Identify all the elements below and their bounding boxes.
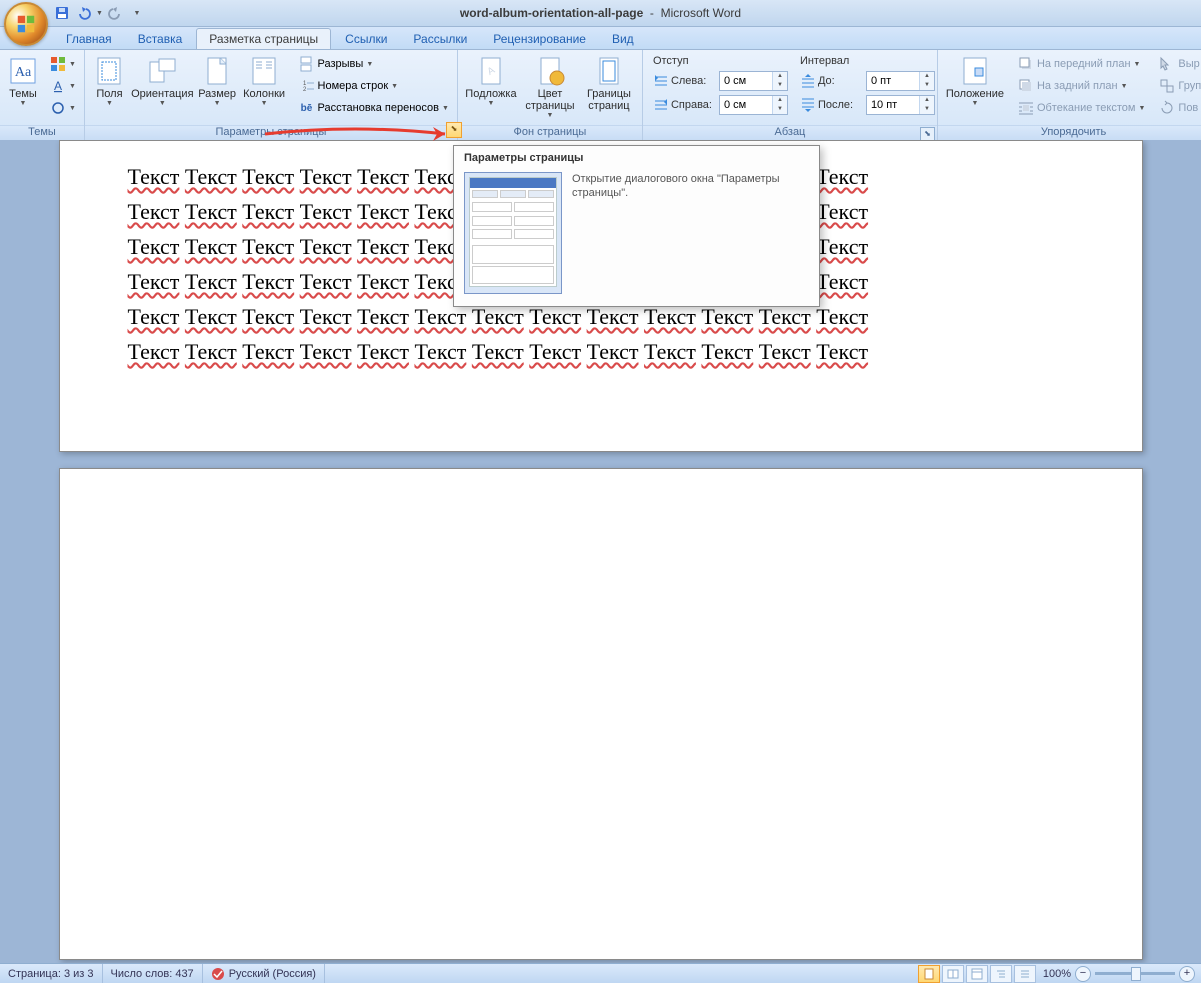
- orientation-button[interactable]: Ориентация▼: [131, 53, 194, 125]
- tooltip-thumbnail: [464, 172, 562, 294]
- redo-icon[interactable]: [105, 3, 125, 23]
- spacing-after-label: После:: [818, 99, 866, 111]
- titlebar: ▼ ▼ word-album-orientation-all-page - Mi…: [0, 0, 1201, 27]
- qat-customize-icon[interactable]: ▼: [127, 3, 147, 23]
- selection-pane-button: Выр: [1155, 53, 1201, 75]
- group-page-setup: Поля▼ Ориентация▼ Размер▼ Колонки▼ Разры…: [85, 50, 458, 142]
- tab-mailings[interactable]: Рассылки: [401, 29, 479, 49]
- rotate-button: Пов: [1155, 97, 1201, 119]
- draft-view-icon[interactable]: [1014, 965, 1036, 983]
- watermark-button[interactable]: A Подложка▼: [463, 53, 519, 125]
- ribbon-tabs: Главная Вставка Разметка страницы Ссылки…: [0, 27, 1201, 50]
- status-page[interactable]: Страница: 3 из 3: [0, 964, 103, 983]
- page-color-button[interactable]: Цвет страницы▼: [521, 53, 579, 125]
- text-wrap-button: Обтекание текстом▼: [1014, 97, 1149, 119]
- spacing-label: Интервал: [800, 55, 935, 67]
- spacing-after-icon: [800, 97, 816, 113]
- undo-icon[interactable]: [74, 3, 94, 23]
- print-layout-view-icon[interactable]: [918, 965, 940, 983]
- tooltip-title: Параметры страницы: [454, 146, 819, 168]
- office-button[interactable]: [4, 2, 48, 46]
- indent-right-label: Справа:: [671, 99, 719, 111]
- tab-home[interactable]: Главная: [54, 29, 124, 49]
- outline-view-icon[interactable]: [990, 965, 1012, 983]
- zoom-in-button[interactable]: +: [1179, 966, 1195, 982]
- tab-view[interactable]: Вид: [600, 29, 646, 49]
- tab-insert[interactable]: Вставка: [126, 29, 195, 49]
- theme-effects-icon[interactable]: ▼: [46, 97, 80, 119]
- svg-text:2: 2: [303, 87, 307, 93]
- tab-review[interactable]: Рецензирование: [481, 29, 598, 49]
- tab-page-layout[interactable]: Разметка страницы: [196, 28, 331, 49]
- breaks-button[interactable]: Разрывы▼: [295, 53, 453, 75]
- page-setup-launcher[interactable]: ⬊: [446, 122, 462, 138]
- svg-text:A: A: [54, 79, 62, 93]
- indent-left-input[interactable]: ▲▼: [719, 71, 788, 91]
- spacing-before-label: До:: [818, 75, 866, 87]
- hyphenation-button[interactable]: bēРасстановка переносов▼: [295, 97, 453, 119]
- theme-colors-icon[interactable]: ▼: [46, 53, 80, 75]
- themes-button[interactable]: Aa Темы ▼: [5, 53, 41, 125]
- group-objects-button: Груп: [1155, 75, 1201, 97]
- status-word-count[interactable]: Число слов: 437: [103, 964, 203, 983]
- indent-right-icon: [653, 97, 669, 113]
- quick-access-toolbar: ▼ ▼: [52, 0, 147, 26]
- zoom-out-button[interactable]: −: [1075, 966, 1091, 982]
- group-arrange: Положение▼ На передний план▼ На задний п…: [938, 50, 1201, 142]
- save-icon[interactable]: [52, 3, 72, 23]
- spacing-before-input[interactable]: ▲▼: [866, 71, 935, 91]
- indent-right-input[interactable]: ▲▼: [719, 95, 788, 115]
- page-setup-tooltip: Параметры страницы Открытие диалогового …: [453, 145, 820, 307]
- undo-dropdown-icon[interactable]: ▼: [96, 10, 103, 17]
- proofing-icon: [211, 967, 225, 981]
- send-back-button: На задний план▼: [1014, 75, 1149, 97]
- ribbon: Aa Темы ▼ ▼ A▼ ▼ Темы Поля▼ Ориентация▼: [0, 50, 1201, 143]
- window-title: word-album-orientation-all-page - Micros…: [460, 6, 741, 20]
- bring-front-button: На передний план▼: [1014, 53, 1149, 75]
- columns-button[interactable]: Колонки▼: [241, 53, 288, 125]
- zoom-level[interactable]: 100%: [1043, 968, 1071, 980]
- group-themes: Aa Темы ▼ ▼ A▼ ▼ Темы: [0, 50, 85, 142]
- group-paragraph: Отступ Слева: ▲▼ Справа: ▲▼ Интервал До:: [643, 50, 938, 142]
- spacing-after-input[interactable]: ▲▼: [866, 95, 935, 115]
- line-numbers-button[interactable]: 12Номера строк▼: [295, 75, 453, 97]
- indent-label: Отступ: [653, 55, 788, 67]
- status-language[interactable]: Русский (Россия): [203, 964, 325, 983]
- zoom-slider[interactable]: [1095, 972, 1175, 975]
- position-button[interactable]: Положение▼: [943, 53, 1007, 125]
- indent-left-label: Слева:: [671, 75, 719, 87]
- theme-fonts-icon[interactable]: A▼: [46, 75, 80, 97]
- page-borders-button[interactable]: Границы страниц: [581, 53, 637, 125]
- svg-text:Aa: Aa: [15, 65, 32, 80]
- tab-references[interactable]: Ссылки: [333, 29, 399, 49]
- full-screen-reading-view-icon[interactable]: [942, 965, 964, 983]
- group-page-background: A Подложка▼ Цвет страницы▼ Границы стран…: [458, 50, 643, 142]
- web-layout-view-icon[interactable]: [966, 965, 988, 983]
- margins-button[interactable]: Поля▼: [90, 53, 129, 125]
- statusbar: Страница: 3 из 3 Число слов: 437 Русский…: [0, 963, 1201, 983]
- page-lower[interactable]: [59, 468, 1143, 960]
- spacing-before-icon: [800, 73, 816, 89]
- indent-left-icon: [653, 73, 669, 89]
- size-button[interactable]: Размер▼: [196, 53, 239, 125]
- tooltip-description: Открытие диалогового окна "Параметры стр…: [572, 172, 809, 294]
